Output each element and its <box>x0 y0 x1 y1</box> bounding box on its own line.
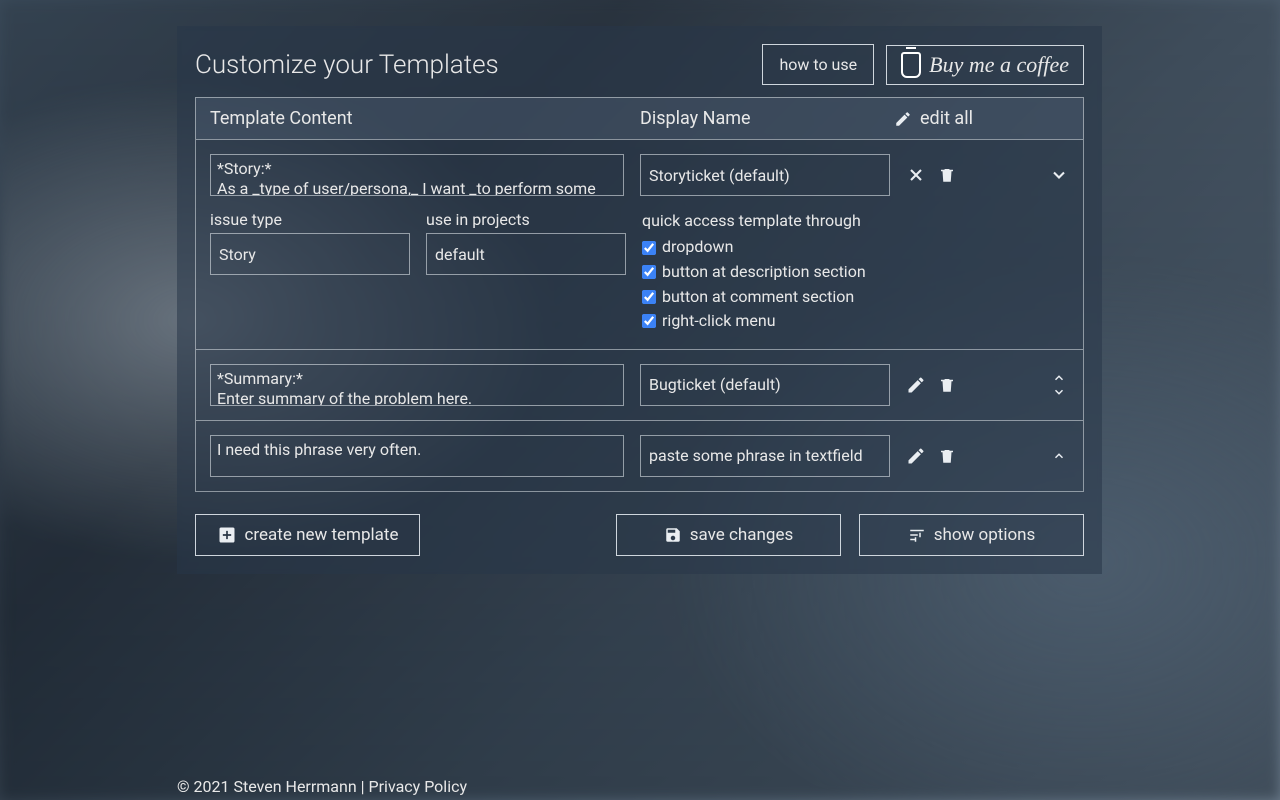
row-actions <box>906 435 1069 477</box>
save-changes-label: save changes <box>690 525 794 545</box>
checkbox-right-click[interactable]: right-click menu <box>642 310 776 332</box>
checkbox-button-comment[interactable]: button at comment section <box>642 286 854 308</box>
chevron-up-icon[interactable] <box>1049 449 1069 463</box>
column-header-display-name: Display Name <box>640 108 894 129</box>
tune-icon <box>908 526 926 544</box>
privacy-link[interactable]: Privacy Policy <box>369 777 468 796</box>
row-actions <box>906 154 1069 196</box>
template-row <box>195 350 1084 421</box>
page-footer: © 2021 Steven Herrmann | Privacy Policy <box>177 773 467 800</box>
show-options-label: show options <box>934 525 1036 545</box>
display-name-input[interactable] <box>640 364 890 406</box>
checkbox-right-click-label: right-click menu <box>662 310 776 332</box>
projects-field: use in projects <box>426 210 626 275</box>
issue-type-field: issue type <box>210 210 410 275</box>
template-row-detail: issue type use in projects quick access … <box>210 210 1069 335</box>
pencil-icon[interactable] <box>906 446 926 466</box>
pencil-icon <box>894 110 912 128</box>
issue-type-label: issue type <box>210 210 410 229</box>
save-icon <box>664 526 682 544</box>
chevron-up-icon[interactable] <box>1049 371 1069 385</box>
checkbox-button-comment-input[interactable] <box>642 290 656 304</box>
display-name-input[interactable] <box>640 435 890 477</box>
how-to-use-label: how to use <box>779 55 857 74</box>
close-icon[interactable] <box>906 165 926 185</box>
template-row-main <box>210 435 1069 477</box>
spacer <box>438 514 598 556</box>
checkbox-dropdown-input[interactable] <box>642 241 656 255</box>
trash-icon[interactable] <box>938 375 956 395</box>
chevron-down-icon[interactable] <box>1049 165 1069 185</box>
quick-access-field: quick access template through dropdown b… <box>642 210 1069 335</box>
checkbox-dropdown-label: dropdown <box>662 236 733 258</box>
settings-panel: Customize your Templates how to use Buy … <box>177 26 1102 574</box>
row-actions <box>906 364 1069 406</box>
template-content-input[interactable] <box>210 364 624 406</box>
template-row: issue type use in projects quick access … <box>195 139 1084 350</box>
trash-icon[interactable] <box>938 446 956 466</box>
plus-box-icon <box>217 525 237 545</box>
buy-me-a-coffee-button[interactable]: Buy me a coffee <box>886 45 1084 85</box>
panel-header: Customize your Templates how to use Buy … <box>195 44 1084 85</box>
create-new-template-button[interactable]: create new template <box>195 514 420 556</box>
template-row <box>195 421 1084 492</box>
column-header-content: Template Content <box>210 108 640 129</box>
copyright-text: © 2021 Steven Herrmann | <box>177 777 369 796</box>
checkbox-button-description-input[interactable] <box>642 265 656 279</box>
checkbox-button-comment-label: button at comment section <box>662 286 854 308</box>
quick-access-label: quick access template through <box>642 210 1069 232</box>
checkbox-button-description[interactable]: button at description section <box>642 261 866 283</box>
edit-all-label: edit all <box>920 108 973 129</box>
show-options-button[interactable]: show options <box>859 514 1084 556</box>
display-name-input[interactable] <box>640 154 890 196</box>
template-content-input[interactable] <box>210 154 624 196</box>
how-to-use-button[interactable]: how to use <box>762 44 874 85</box>
issue-type-input[interactable] <box>210 233 410 275</box>
coffee-icon <box>901 52 921 78</box>
buy-me-a-coffee-label: Buy me a coffee <box>929 52 1069 78</box>
page-title: Customize your Templates <box>195 50 750 80</box>
table-header: Template Content Display Name edit all <box>195 97 1084 139</box>
trash-icon[interactable] <box>938 165 956 185</box>
edit-all-button[interactable]: edit all <box>894 108 973 129</box>
checkbox-dropdown[interactable]: dropdown <box>642 236 733 258</box>
checkbox-button-description-label: button at description section <box>662 261 866 283</box>
template-row-main <box>210 364 1069 406</box>
pencil-icon[interactable] <box>906 375 926 395</box>
create-new-template-label: create new template <box>245 525 399 545</box>
template-content-input[interactable] <box>210 435 624 477</box>
projects-input[interactable] <box>426 233 626 275</box>
footer-actions: create new template save changes show op… <box>195 514 1084 556</box>
save-changes-button[interactable]: save changes <box>616 514 841 556</box>
chevron-down-icon[interactable] <box>1049 385 1069 399</box>
projects-label: use in projects <box>426 210 626 229</box>
checkbox-right-click-input[interactable] <box>642 314 656 328</box>
template-row-main <box>210 154 1069 196</box>
